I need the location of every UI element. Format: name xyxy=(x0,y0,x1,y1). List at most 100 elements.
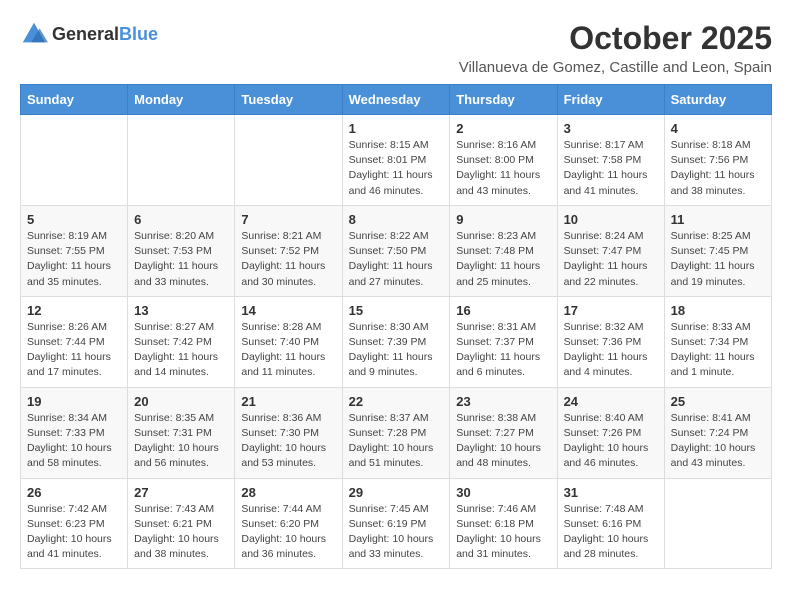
day-number: 17 xyxy=(564,303,658,318)
day-content: Sunrise: 8:26 AM Sunset: 7:44 PM Dayligh… xyxy=(27,320,121,381)
day-content: Sunrise: 8:40 AM Sunset: 7:26 PM Dayligh… xyxy=(564,411,658,472)
calendar-cell xyxy=(128,115,235,206)
day-number: 22 xyxy=(349,394,444,409)
weekday-header: Monday xyxy=(128,85,235,115)
calendar-cell xyxy=(21,115,128,206)
day-number: 4 xyxy=(671,121,765,136)
day-number: 2 xyxy=(456,121,550,136)
day-content: Sunrise: 8:36 AM Sunset: 7:30 PM Dayligh… xyxy=(241,411,335,472)
day-number: 3 xyxy=(564,121,658,136)
day-content: Sunrise: 8:18 AM Sunset: 7:56 PM Dayligh… xyxy=(671,138,765,199)
calendar-cell: 9 Sunrise: 8:23 AM Sunset: 7:48 PM Daylig… xyxy=(450,205,557,296)
calendar-cell xyxy=(664,478,771,569)
calendar-cell: 25 Sunrise: 8:41 AM Sunset: 7:24 PM Dayli… xyxy=(664,387,771,478)
calendar-cell: 20 Sunrise: 8:35 AM Sunset: 7:31 PM Dayli… xyxy=(128,387,235,478)
calendar-cell: 4 Sunrise: 8:18 AM Sunset: 7:56 PM Daylig… xyxy=(664,115,771,206)
day-content: Sunrise: 8:17 AM Sunset: 7:58 PM Dayligh… xyxy=(564,138,658,199)
calendar-cell: 8Sunrise: 8:22 AM Sunset: 7:50 PM Daylig… xyxy=(342,205,450,296)
weekday-header: Saturday xyxy=(664,85,771,115)
day-content: Sunrise: 8:20 AM Sunset: 7:53 PM Dayligh… xyxy=(134,229,228,290)
day-number: 15 xyxy=(349,303,444,318)
day-number: 25 xyxy=(671,394,765,409)
day-number: 11 xyxy=(671,212,765,227)
day-content: Sunrise: 8:28 AM Sunset: 7:40 PM Dayligh… xyxy=(241,320,335,381)
calendar-cell: 12 Sunrise: 8:26 AM Sunset: 7:44 PM Dayli… xyxy=(21,296,128,387)
calendar-cell: 10 Sunrise: 8:24 AM Sunset: 7:47 PM Dayli… xyxy=(557,205,664,296)
day-number: 21 xyxy=(241,394,335,409)
day-number: 29 xyxy=(349,485,444,500)
logo-icon xyxy=(20,20,48,48)
calendar-cell: 13Sunrise: 8:27 AM Sunset: 7:42 PM Dayli… xyxy=(128,296,235,387)
day-content: Sunrise: 8:23 AM Sunset: 7:48 PM Dayligh… xyxy=(456,229,550,290)
day-number: 1 xyxy=(349,121,444,136)
calendar-week-row: 1Sunrise: 8:15 AM Sunset: 8:01 PM Daylig… xyxy=(21,115,772,206)
weekday-header: Tuesday xyxy=(235,85,342,115)
day-content: Sunrise: 8:16 AM Sunset: 8:00 PM Dayligh… xyxy=(456,138,550,199)
day-content: Sunrise: 8:24 AM Sunset: 7:47 PM Dayligh… xyxy=(564,229,658,290)
day-number: 16 xyxy=(456,303,550,318)
calendar-week-row: 19Sunrise: 8:34 AM Sunset: 7:33 PM Dayli… xyxy=(21,387,772,478)
weekday-header: Sunday xyxy=(21,85,128,115)
day-number: 24 xyxy=(564,394,658,409)
day-content: Sunrise: 8:30 AM Sunset: 7:39 PM Dayligh… xyxy=(349,320,444,381)
weekday-header-row: SundayMondayTuesdayWednesdayThursdayFrid… xyxy=(21,85,772,115)
calendar-cell: 17 Sunrise: 8:32 AM Sunset: 7:36 PM Dayli… xyxy=(557,296,664,387)
day-number: 5 xyxy=(27,212,121,227)
calendar-week-row: 26 Sunrise: 7:42 AM Sunset: 6:23 PM Dayli… xyxy=(21,478,772,569)
calendar-cell: 27 Sunrise: 7:43 AM Sunset: 6:21 PM Dayli… xyxy=(128,478,235,569)
calendar-cell: 23Sunrise: 8:38 AM Sunset: 7:27 PM Dayli… xyxy=(450,387,557,478)
weekday-header: Friday xyxy=(557,85,664,115)
day-number: 8 xyxy=(349,212,444,227)
day-number: 30 xyxy=(456,485,550,500)
calendar-week-row: 12 Sunrise: 8:26 AM Sunset: 7:44 PM Dayli… xyxy=(21,296,772,387)
calendar-cell: 1Sunrise: 8:15 AM Sunset: 8:01 PM Daylig… xyxy=(342,115,450,206)
day-content: Sunrise: 7:45 AM Sunset: 6:19 PM Dayligh… xyxy=(349,502,444,563)
day-content: Sunrise: 7:42 AM Sunset: 6:23 PM Dayligh… xyxy=(27,502,121,563)
calendar-cell: 5 Sunrise: 8:19 AM Sunset: 7:55 PM Daylig… xyxy=(21,205,128,296)
calendar-cell: 11 Sunrise: 8:25 AM Sunset: 7:45 PM Dayli… xyxy=(664,205,771,296)
day-content: Sunrise: 8:19 AM Sunset: 7:55 PM Dayligh… xyxy=(27,229,121,290)
calendar-cell: 31 Sunrise: 7:48 AM Sunset: 6:16 PM Dayli… xyxy=(557,478,664,569)
month-title: October 2025 xyxy=(459,20,772,57)
day-content: Sunrise: 7:43 AM Sunset: 6:21 PM Dayligh… xyxy=(134,502,228,563)
weekday-header: Thursday xyxy=(450,85,557,115)
day-number: 26 xyxy=(27,485,121,500)
day-content: Sunrise: 8:34 AM Sunset: 7:33 PM Dayligh… xyxy=(27,411,121,472)
day-number: 20 xyxy=(134,394,228,409)
day-content: Sunrise: 8:25 AM Sunset: 7:45 PM Dayligh… xyxy=(671,229,765,290)
calendar-cell: 29 Sunrise: 7:45 AM Sunset: 6:19 PM Dayli… xyxy=(342,478,450,569)
day-content: Sunrise: 8:32 AM Sunset: 7:36 PM Dayligh… xyxy=(564,320,658,381)
calendar-cell: 19Sunrise: 8:34 AM Sunset: 7:33 PM Dayli… xyxy=(21,387,128,478)
day-number: 27 xyxy=(134,485,228,500)
day-content: Sunrise: 7:44 AM Sunset: 6:20 PM Dayligh… xyxy=(241,502,335,563)
day-number: 6 xyxy=(134,212,228,227)
calendar-cell: 18Sunrise: 8:33 AM Sunset: 7:34 PM Dayli… xyxy=(664,296,771,387)
logo-text-general: General xyxy=(52,24,119,44)
day-content: Sunrise: 8:35 AM Sunset: 7:31 PM Dayligh… xyxy=(134,411,228,472)
day-content: Sunrise: 8:31 AM Sunset: 7:37 PM Dayligh… xyxy=(456,320,550,381)
calendar-cell: 2 Sunrise: 8:16 AM Sunset: 8:00 PM Daylig… xyxy=(450,115,557,206)
calendar-cell: 16 Sunrise: 8:31 AM Sunset: 7:37 PM Dayli… xyxy=(450,296,557,387)
calendar-week-row: 5 Sunrise: 8:19 AM Sunset: 7:55 PM Daylig… xyxy=(21,205,772,296)
day-number: 31 xyxy=(564,485,658,500)
day-number: 10 xyxy=(564,212,658,227)
calendar-cell: 7Sunrise: 8:21 AM Sunset: 7:52 PM Daylig… xyxy=(235,205,342,296)
day-content: Sunrise: 8:37 AM Sunset: 7:28 PM Dayligh… xyxy=(349,411,444,472)
day-content: Sunrise: 8:21 AM Sunset: 7:52 PM Dayligh… xyxy=(241,229,335,290)
day-content: Sunrise: 8:41 AM Sunset: 7:24 PM Dayligh… xyxy=(671,411,765,472)
day-number: 14 xyxy=(241,303,335,318)
day-content: Sunrise: 7:48 AM Sunset: 6:16 PM Dayligh… xyxy=(564,502,658,563)
calendar-cell: 14 Sunrise: 8:28 AM Sunset: 7:40 PM Dayli… xyxy=(235,296,342,387)
day-number: 12 xyxy=(27,303,121,318)
calendar-table: SundayMondayTuesdayWednesdayThursdayFrid… xyxy=(20,84,772,569)
day-number: 9 xyxy=(456,212,550,227)
calendar-cell: 22 Sunrise: 8:37 AM Sunset: 7:28 PM Dayli… xyxy=(342,387,450,478)
calendar-cell: 21 Sunrise: 8:36 AM Sunset: 7:30 PM Dayli… xyxy=(235,387,342,478)
logo-text-blue: Blue xyxy=(119,24,158,44)
calendar-cell: 24 Sunrise: 8:40 AM Sunset: 7:26 PM Dayli… xyxy=(557,387,664,478)
location-subtitle: Villanueva de Gomez, Castille and Leon, … xyxy=(459,59,772,76)
calendar-cell: 30Sunrise: 7:46 AM Sunset: 6:18 PM Dayli… xyxy=(450,478,557,569)
calendar-cell: 15 Sunrise: 8:30 AM Sunset: 7:39 PM Dayli… xyxy=(342,296,450,387)
logo: GeneralBlue xyxy=(20,20,158,48)
weekday-header: Wednesday xyxy=(342,85,450,115)
